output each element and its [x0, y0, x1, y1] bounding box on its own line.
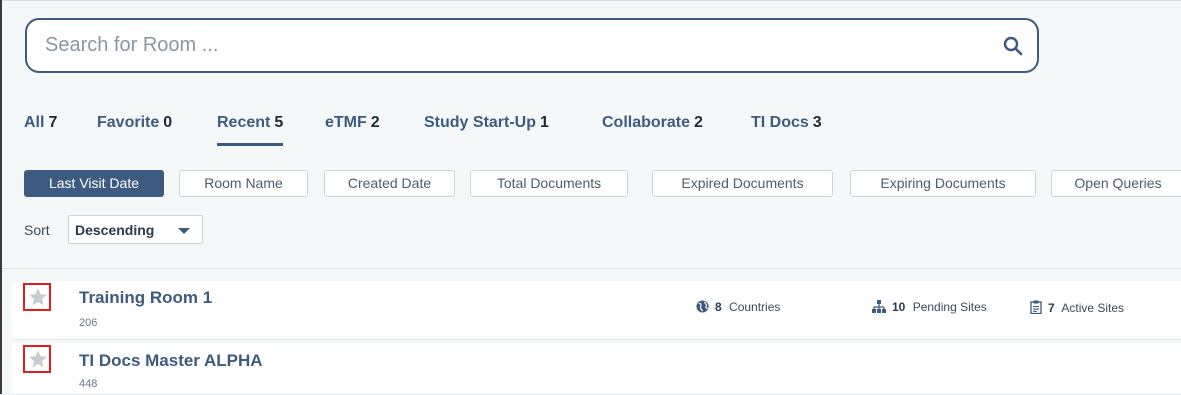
stat-countries: 8 Countries [696, 300, 780, 314]
search-icon[interactable] [1001, 34, 1025, 58]
stat-label: Countries [729, 300, 781, 314]
window-top-border [0, 0, 1181, 1]
tab-count: 1 [540, 114, 549, 131]
tab-label: eTMF [325, 114, 367, 131]
tab-recent[interactable]: Recent 5 [217, 114, 284, 146]
stat-pending-sites: 10 Pending Sites [872, 300, 987, 314]
sort-order-value: Descending [75, 222, 155, 238]
active-tab-underline [217, 143, 284, 146]
tab-ti-docs[interactable]: TI Docs 3 [751, 114, 822, 132]
favorite-star-highlight[interactable] [23, 345, 51, 373]
tab-label: Favorite [97, 114, 160, 131]
tab-study-start-up[interactable]: Study Start-Up 1 [424, 114, 549, 132]
tab-count: 2 [370, 114, 380, 131]
tab-count: 5 [274, 114, 284, 131]
clipboard-icon [1030, 300, 1042, 314]
stat-value: 10 [892, 300, 906, 314]
section-divider [2, 268, 1181, 269]
sort-chip-room-name[interactable]: Room Name [179, 170, 308, 197]
sort-chip-expired-documents[interactable]: Expired Documents [652, 170, 833, 197]
room-id: 206 [79, 317, 98, 329]
search-box[interactable]: Search for Room ... [25, 18, 1039, 73]
stat-value: 8 [715, 300, 722, 314]
stat-label: Pending Sites [912, 300, 987, 314]
stat-label: Active Sites [1061, 301, 1125, 315]
room-title[interactable]: Training Room 1 [79, 288, 212, 308]
sort-label: Sort [24, 222, 50, 238]
tab-count: 3 [812, 114, 822, 131]
sitemap-icon [872, 300, 886, 313]
sort-chip-total-documents[interactable]: Total Documents [470, 170, 628, 197]
room-title[interactable]: TI Docs Master ALPHA [79, 351, 263, 371]
tab-label: All [24, 114, 45, 131]
sort-order-select[interactable]: Descending [68, 215, 203, 244]
window-left-border [0, 0, 2, 394]
tab-label: Study Start-Up [424, 114, 536, 131]
stat-value: 7 [1048, 301, 1055, 315]
tab-count: 7 [48, 114, 58, 131]
tab-count: 2 [694, 114, 703, 131]
room-id: 448 [79, 378, 98, 390]
sort-chip-last-visit-date[interactable]: Last Visit Date [24, 170, 164, 197]
tab-collaborate[interactable]: Collaborate 2 [602, 114, 703, 132]
tab-label: Recent [217, 114, 271, 131]
search-placeholder: Search for Room ... [45, 34, 219, 56]
tab-label: Collaborate [602, 114, 691, 131]
tab-all[interactable]: All 7 [24, 114, 57, 132]
chevron-down-icon [178, 228, 190, 234]
sort-chip-expiring-documents[interactable]: Expiring Documents [850, 170, 1036, 197]
favorite-star-highlight[interactable] [23, 283, 51, 311]
globe-icon [696, 300, 709, 313]
tab-label: TI Docs [751, 114, 809, 131]
star-icon[interactable] [28, 287, 48, 307]
sort-chip-created-date[interactable]: Created Date [324, 170, 455, 197]
tab-count: 0 [163, 114, 173, 131]
stat-active-sites: 7 Active Sites [1030, 300, 1124, 315]
sort-chip-open-queries[interactable]: Open Queries [1051, 170, 1181, 197]
tab-etmf[interactable]: eTMF 2 [325, 114, 380, 132]
tab-favorite[interactable]: Favorite 0 [97, 114, 172, 132]
star-icon[interactable] [28, 349, 48, 369]
